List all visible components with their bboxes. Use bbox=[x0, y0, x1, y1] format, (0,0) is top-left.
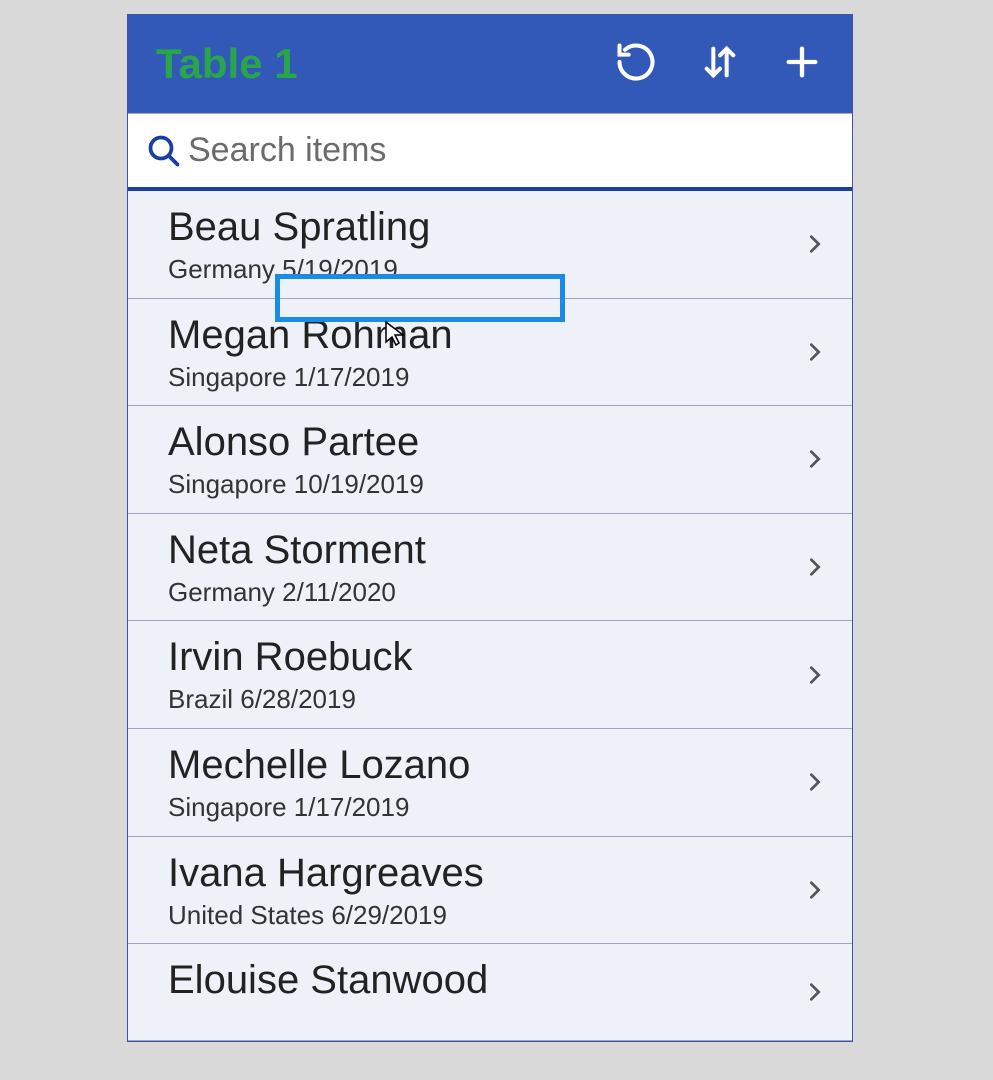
list-item-name: Neta Storment bbox=[168, 528, 800, 572]
refresh-button[interactable] bbox=[614, 40, 658, 89]
chevron-right-icon bbox=[800, 975, 830, 1009]
search-input[interactable] bbox=[188, 131, 840, 170]
search-bar bbox=[128, 113, 852, 191]
list-item[interactable]: Irvin Roebuck Brazil 6/28/2019 bbox=[128, 621, 852, 729]
plus-icon bbox=[782, 42, 822, 87]
header-bar: Table 1 bbox=[128, 15, 852, 113]
chevron-right-icon bbox=[800, 227, 830, 261]
list-item-name: Alonso Partee bbox=[168, 420, 800, 464]
chevron-right-icon bbox=[800, 335, 830, 369]
list-item[interactable]: Mechelle Lozano Singapore 1/17/2019 bbox=[128, 729, 852, 837]
list-item[interactable]: Elouise Stanwood bbox=[128, 944, 852, 1041]
header-actions bbox=[614, 40, 832, 89]
list-item-name: Ivana Hargreaves bbox=[168, 851, 800, 895]
chevron-right-icon bbox=[800, 765, 830, 799]
list-item[interactable]: Beau Spratling Germany 5/19/2019 bbox=[128, 191, 852, 299]
list-item-sub: Germany 2/11/2020 bbox=[168, 578, 396, 607]
list-item-sub: Singapore 10/19/2019 bbox=[168, 470, 424, 499]
chevron-right-icon bbox=[800, 873, 830, 907]
list-item-text: Alonso Partee Singapore 10/19/2019 bbox=[168, 420, 800, 499]
list-item[interactable]: Alonso Partee Singapore 10/19/2019 bbox=[128, 406, 852, 514]
list-item-name: Beau Spratling bbox=[168, 205, 800, 249]
list-item-name: Megan Rohman bbox=[168, 313, 800, 357]
list-item-sub: United States 6/29/2019 bbox=[168, 901, 447, 930]
chevron-right-icon bbox=[800, 550, 830, 584]
chevron-right-icon bbox=[800, 442, 830, 476]
items-list: Beau Spratling Germany 5/19/2019 Megan Roh… bbox=[128, 191, 852, 1041]
list-item-sub: Brazil 6/28/2019 bbox=[168, 685, 356, 714]
list-item-name: Elouise Stanwood bbox=[168, 958, 800, 1002]
sort-button[interactable] bbox=[700, 40, 740, 89]
list-item[interactable]: Neta Storment Germany 2/11/2020 bbox=[128, 514, 852, 622]
add-button[interactable] bbox=[782, 42, 822, 87]
list-item-text: Irvin Roebuck Brazil 6/28/2019 bbox=[168, 635, 800, 714]
list-item-text: Megan Rohman Singapore 1/17/2019 bbox=[168, 313, 800, 392]
list-item-sub: Singapore 1/17/2019 bbox=[168, 363, 409, 392]
list-item-sub: Singapore 1/17/2019 bbox=[168, 793, 409, 822]
list-item[interactable]: Ivana Hargreaves United States 6/29/2019 bbox=[128, 837, 852, 945]
list-item-text: Ivana Hargreaves United States 6/29/2019 bbox=[168, 851, 800, 930]
search-icon bbox=[140, 133, 188, 169]
refresh-icon bbox=[614, 40, 658, 89]
app-frame: Table 1 bbox=[127, 14, 853, 1042]
list-item-text: Neta Storment Germany 2/11/2020 bbox=[168, 528, 800, 607]
list-item-text: Elouise Stanwood bbox=[168, 958, 800, 1026]
list-item-text: Mechelle Lozano Singapore 1/17/2019 bbox=[168, 743, 800, 822]
sort-icon bbox=[700, 40, 740, 89]
list-item-sub: Germany 5/19/2019 bbox=[168, 255, 398, 284]
page-title: Table 1 bbox=[156, 40, 614, 88]
list-item-text: Beau Spratling Germany 5/19/2019 bbox=[168, 205, 800, 284]
list-item[interactable]: Megan Rohman Singapore 1/17/2019 bbox=[128, 299, 852, 407]
chevron-right-icon bbox=[800, 658, 830, 692]
list-item-name: Mechelle Lozano bbox=[168, 743, 800, 787]
list-item-name: Irvin Roebuck bbox=[168, 635, 800, 679]
